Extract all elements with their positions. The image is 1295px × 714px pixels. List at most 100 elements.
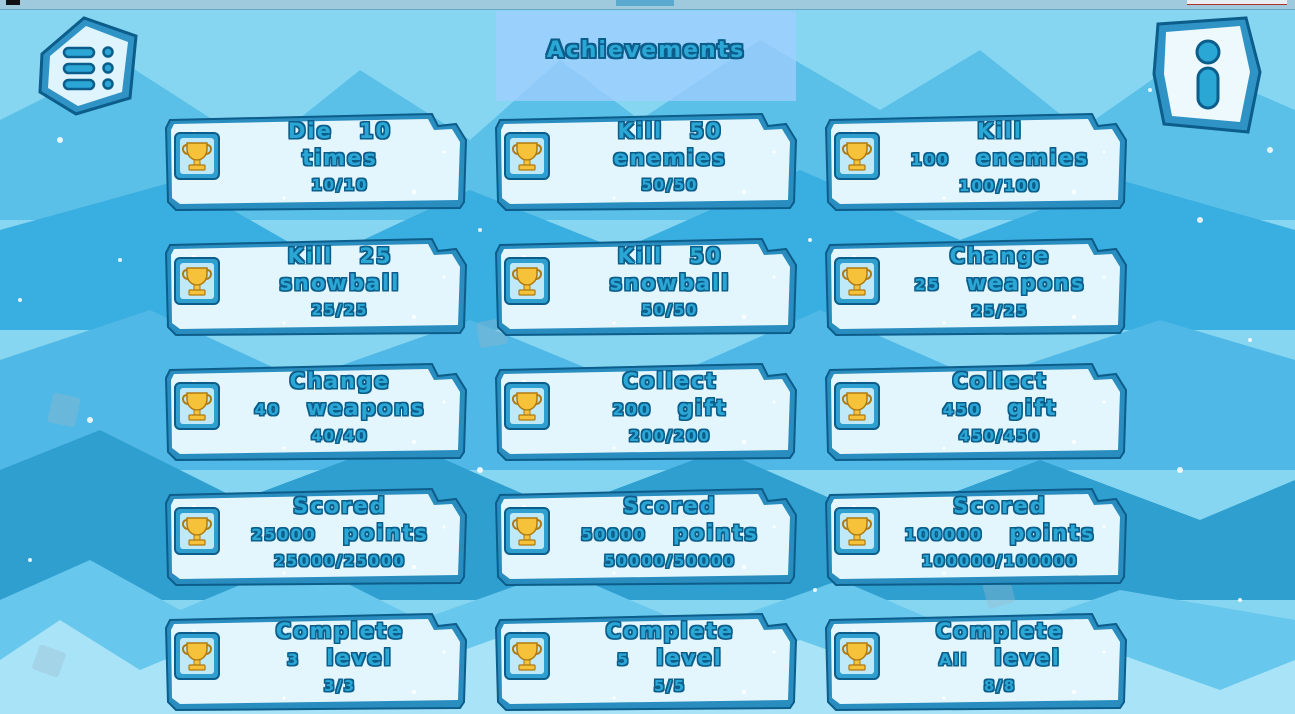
- achievement-progress: 50000/50000: [604, 552, 736, 570]
- achievement-line-1: Collect: [884, 368, 1116, 395]
- achievement-card: Scored 100000 points 100000/100000: [824, 487, 1128, 587]
- achievement-card: Scored 50000 points 50000/50000: [494, 487, 798, 587]
- window-top-bar: [0, 0, 1295, 10]
- achievement-progress: 3/3: [323, 677, 357, 695]
- achievement-action: Kill: [287, 244, 334, 268]
- achievement-amount: 100: [910, 150, 951, 169]
- achievement-progress: 200/200: [628, 427, 712, 445]
- achievement-card: Complete 3 level 3/3: [164, 612, 468, 712]
- trophy-icon: [174, 632, 220, 680]
- achievement-target: level: [656, 646, 723, 670]
- achievement-amount: 40: [254, 400, 281, 419]
- achievement-action: Die: [287, 119, 333, 143]
- achievement-line-2: snowball: [224, 270, 456, 297]
- window-icon: [6, 0, 20, 5]
- achievement-text: Scored 50000 points 50000/50000: [554, 493, 786, 574]
- achievement-line-1: Change: [224, 368, 456, 395]
- trophy-icon: [834, 632, 880, 680]
- achievement-progress: 25/25: [311, 301, 369, 319]
- achievement-target: points: [1009, 521, 1096, 545]
- achievement-text: Scored 25000 points 25000/25000: [224, 493, 456, 574]
- achievement-card: Kill 25 snowball 25/25: [164, 237, 468, 337]
- achievement-card: Kill 50 enemies 50/50: [494, 112, 798, 212]
- menu-button[interactable]: [36, 14, 142, 118]
- trophy-icon: [174, 382, 220, 430]
- achievement-action: Scored: [623, 494, 717, 518]
- achievement-action: Scored: [293, 494, 387, 518]
- achievement-progress: 100/100: [958, 177, 1042, 195]
- achievement-amount: 25: [359, 244, 393, 268]
- info-button[interactable]: [1150, 14, 1262, 136]
- menu-list-icon: [38, 16, 138, 116]
- achievement-action: Change: [289, 369, 391, 393]
- achievement-card: Change 25 weapons 25/25: [824, 237, 1128, 337]
- achievement-amount: 450: [942, 400, 982, 419]
- achievement-target: gift: [1008, 396, 1058, 420]
- achievement-progress: 50/50: [641, 301, 699, 319]
- achievement-target: snowball: [609, 271, 731, 295]
- trophy-icon: [504, 507, 550, 555]
- achievement-action: Kill: [617, 244, 664, 268]
- achievement-target: weapons: [306, 396, 426, 420]
- achievement-line-1: Scored: [224, 493, 456, 520]
- achievement-text: Kill 100 enemies 100/100: [884, 118, 1116, 199]
- achievement-progress: 450/450: [958, 427, 1042, 445]
- page-title: Achievements: [546, 38, 746, 63]
- achievement-card: Change 40 weapons 40/40: [164, 362, 468, 462]
- achievement-line-2: snowball: [554, 270, 786, 297]
- achievement-action: Scored: [953, 494, 1047, 518]
- achievement-line-1: Collect: [554, 368, 786, 395]
- achievement-text: Complete All level 8/8: [884, 618, 1116, 699]
- achievement-line-2: 100 enemies: [884, 145, 1116, 173]
- achievement-card: Complete All level 8/8: [824, 612, 1128, 712]
- achievement-progress: 10/10: [311, 176, 369, 194]
- achievement-action: Complete: [605, 619, 735, 643]
- achievement-line-2: 40 weapons: [224, 395, 456, 423]
- achievement-progress: 40/40: [311, 427, 369, 445]
- achievement-target: times: [302, 146, 378, 170]
- achievement-amount: 25: [914, 275, 941, 294]
- achievement-amount: 25000: [251, 525, 317, 544]
- achievement-target: points: [672, 521, 759, 545]
- achievement-line-1: Complete: [224, 618, 456, 645]
- achievement-text: Scored 100000 points 100000/100000: [884, 493, 1116, 574]
- achievement-line-2: times: [224, 145, 456, 172]
- achievement-amount: 50: [689, 244, 723, 268]
- achievement-target: enemies: [613, 146, 727, 170]
- achievement-target: points: [342, 521, 429, 545]
- achievement-line-1: Kill 50: [554, 243, 786, 270]
- achievement-card: Scored 25000 points 25000/25000: [164, 487, 468, 587]
- achievement-action: Collect: [952, 369, 1048, 393]
- achievement-line-1: Kill: [884, 118, 1116, 145]
- achievement-action: Complete: [275, 619, 405, 643]
- achievement-action: Kill: [617, 119, 664, 143]
- achievement-target: enemies: [976, 146, 1090, 170]
- achievement-amount: 3: [287, 650, 301, 669]
- achievement-text: Change 25 weapons 25/25: [884, 243, 1116, 324]
- trophy-icon: [834, 132, 880, 180]
- achievement-text: Collect 200 gift 200/200: [554, 368, 786, 449]
- achievement-line-2: 25 weapons: [884, 270, 1116, 298]
- achievement-card: Kill 100 enemies 100/100: [824, 112, 1128, 212]
- achievement-amount: 50000: [581, 525, 647, 544]
- achievement-target: snowball: [279, 271, 401, 295]
- achievement-card: Die 10 times 10/10: [164, 112, 468, 212]
- achievement-line-1: Kill 25: [224, 243, 456, 270]
- achievement-action: Complete: [935, 619, 1065, 643]
- achievement-progress: 50/50: [641, 176, 699, 194]
- achievement-line-2: 100000 points: [884, 520, 1116, 548]
- snowy-mountain-background: [0, 0, 1295, 714]
- achievement-line-2: 25000 points: [224, 520, 456, 548]
- window-controls[interactable]: [1187, 0, 1287, 5]
- achievement-amount: 10: [358, 119, 393, 143]
- achievement-line-1: Change: [884, 243, 1116, 270]
- achievement-action: Kill: [977, 119, 1023, 143]
- achievement-line-2: 450 gift: [884, 395, 1116, 423]
- achievement-target: level: [326, 646, 393, 670]
- achievement-target: gift: [678, 396, 728, 420]
- achievement-line-2: 50000 points: [554, 520, 786, 548]
- achievement-line-1: Scored: [884, 493, 1116, 520]
- achievement-amount: 200: [612, 400, 652, 419]
- achievement-line-1: Kill 50: [554, 118, 786, 145]
- achievement-text: Collect 450 gift 450/450: [884, 368, 1116, 449]
